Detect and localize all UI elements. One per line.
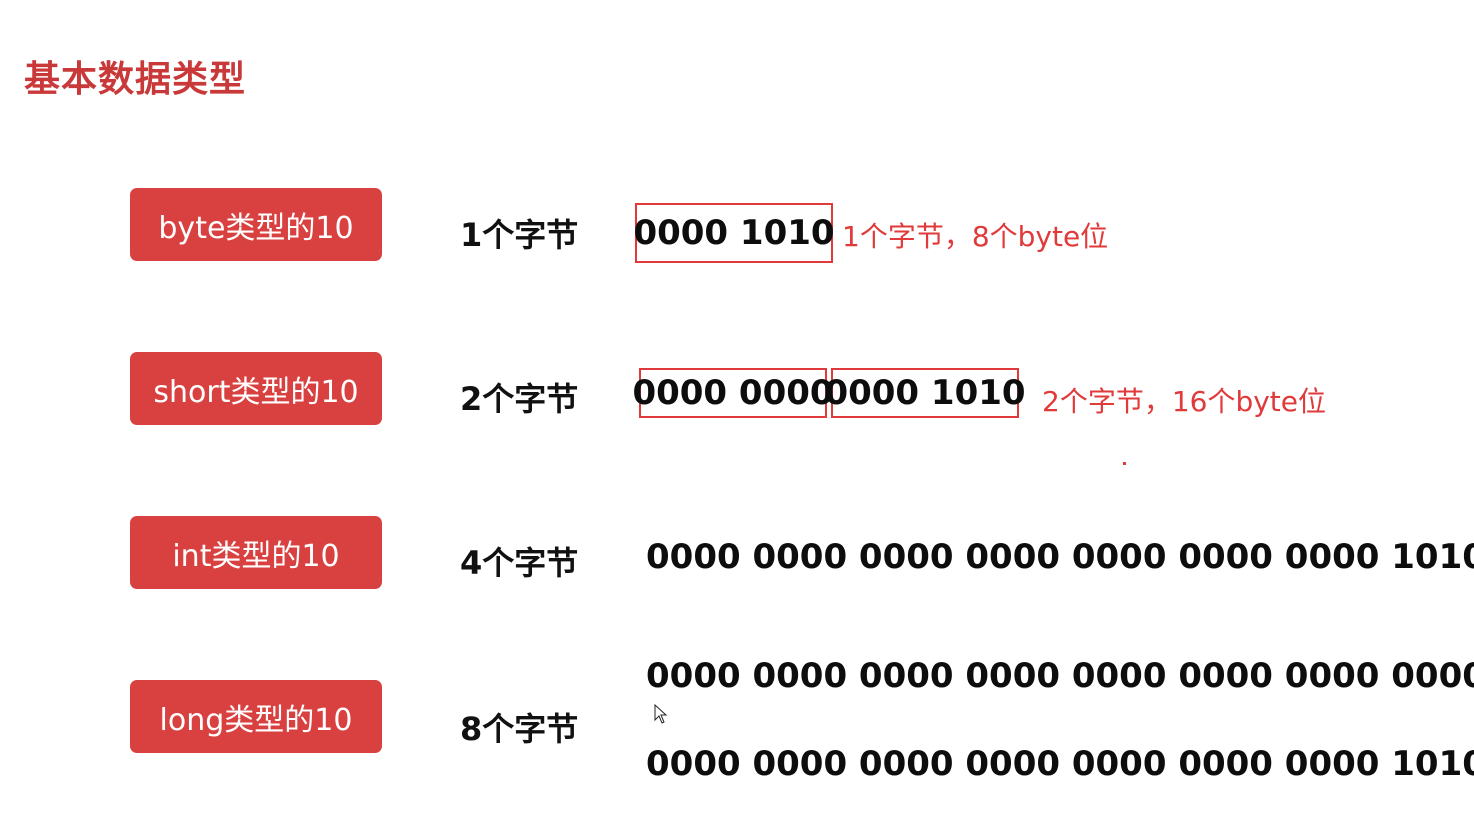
short-annotation: 2个字节，16个byte位	[1042, 385, 1326, 418]
short-type-button[interactable]: short类型的10	[130, 352, 382, 425]
int-size-label: 4个字节	[460, 544, 579, 582]
byte-size-label: 1个字节	[460, 216, 579, 254]
long-bits-line-2: 0000 0000 0000 0000 0000 0000 0000 1010	[646, 744, 1474, 784]
int-bits: 0000 0000 0000 0000 0000 0000 0000 1010	[646, 537, 1474, 577]
short-high-byte-box: 0000 0000	[632, 368, 834, 418]
short-size-label: 2个字节	[460, 380, 579, 418]
page-title: 基本数据类型	[24, 59, 247, 100]
stray-red-dot	[1123, 462, 1126, 465]
long-bits-line-1: 0000 0000 0000 0000 0000 0000 0000 0000	[646, 656, 1474, 696]
short-low-byte-box: 0000 1010	[824, 368, 1026, 418]
byte-type-button[interactable]: byte类型的10	[130, 188, 382, 261]
long-size-label: 8个字节	[460, 710, 579, 748]
mouse-pointer-icon	[654, 704, 668, 724]
byte-annotation: 1个字节，8个byte位	[842, 220, 1109, 253]
int-type-button[interactable]: int类型的10	[130, 516, 382, 589]
byte-bits-box: 0000 1010	[633, 203, 835, 263]
long-type-button[interactable]: long类型的10	[130, 680, 382, 753]
